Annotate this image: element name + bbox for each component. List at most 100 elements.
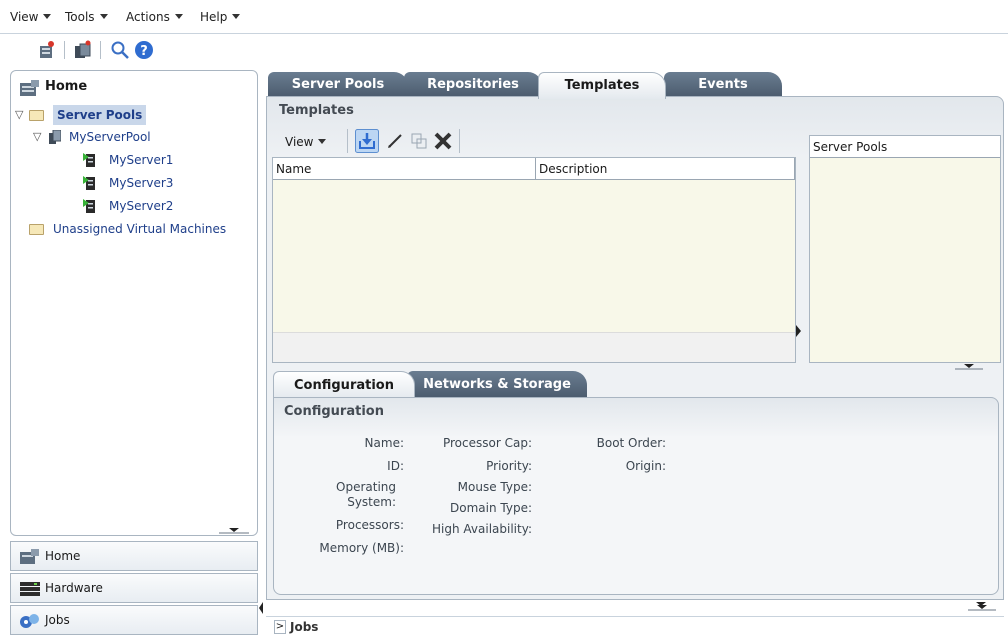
field-label-origin: Origin: xyxy=(625,459,666,473)
chevron-down-icon xyxy=(43,14,52,19)
tab-networks-storage[interactable]: Networks & Storage xyxy=(407,371,587,399)
tree-label-unassigned: Unassigned Virtual Machines xyxy=(53,222,227,236)
field-label-priority: Priority: xyxy=(486,459,532,473)
accordion-hardware-label: Hardware xyxy=(45,581,103,595)
chevron-down-icon xyxy=(99,14,108,19)
templates-toolbar: View xyxy=(271,127,481,157)
menu-tools[interactable]: Tools xyxy=(65,10,108,24)
tree-node-server[interactable]: MyServer2 xyxy=(11,196,257,216)
server-running-icon xyxy=(83,176,95,190)
panel-collapse-handle[interactable] xyxy=(968,604,996,612)
import-icon[interactable] xyxy=(355,129,379,153)
expand-triangle-icon[interactable]: ▽ xyxy=(15,105,23,125)
configuration-panel: Configuration Name: ID: Operating System… xyxy=(273,397,999,595)
menu-view[interactable]: View xyxy=(10,10,52,24)
accordion-jobs-label: Jobs xyxy=(45,613,70,627)
clone-icon[interactable] xyxy=(409,131,429,151)
tree-node-server[interactable]: MyServer1 xyxy=(11,150,257,170)
expand-triangle-icon[interactable]: ▽ xyxy=(33,127,41,147)
menu-view-label: View xyxy=(10,10,39,24)
folder-icon xyxy=(29,224,44,235)
field-label-mouse-type: Mouse Type: xyxy=(457,480,532,494)
field-label-processors: Processors: xyxy=(335,518,404,532)
column-header-description[interactable]: Description xyxy=(536,158,795,180)
accordion-hardware[interactable]: Hardware xyxy=(10,573,258,603)
tree-label-server: MyServer1 xyxy=(109,153,174,167)
panel-splitter[interactable] xyxy=(259,600,263,616)
jobs-bar-label[interactable]: Jobs xyxy=(290,620,318,634)
tab-templates[interactable]: Templates xyxy=(538,72,666,99)
accordion-home-label: Home xyxy=(45,549,81,563)
panel-collapse-handle[interactable] xyxy=(955,363,983,371)
tab-repositories[interactable]: Repositories xyxy=(404,72,542,98)
tree-label-server: MyServer2 xyxy=(109,199,174,213)
menu-actions-label: Actions xyxy=(126,10,170,24)
field-label-domain-type: Domain Type: xyxy=(450,501,532,515)
server-pools-list: Server Pools xyxy=(809,135,1001,363)
tree-label-pool: MyServerPool xyxy=(69,130,151,144)
edit-pencil-icon[interactable] xyxy=(385,131,405,151)
tree-node-server-pools[interactable]: ▽ Server Pools xyxy=(11,105,257,125)
home-server-icon xyxy=(20,80,39,96)
field-label-memory: Memory (MB): xyxy=(319,541,404,555)
tree-label-server: MyServer3 xyxy=(109,176,174,190)
chevron-down-icon xyxy=(232,14,241,19)
tree-node-unassigned[interactable]: Unassigned Virtual Machines xyxy=(11,219,257,239)
folder-icon xyxy=(29,110,44,121)
chevron-down-icon xyxy=(174,14,183,19)
horizontal-scrollbar[interactable] xyxy=(273,332,795,362)
menu-help-label: Help xyxy=(200,10,228,24)
chevron-down-icon xyxy=(318,139,327,144)
field-label-boot-order: Boot Order: xyxy=(596,436,666,450)
svg-text:?: ? xyxy=(140,44,148,59)
pool-create-icon[interactable] xyxy=(72,40,92,60)
toolbar-separator xyxy=(64,41,65,59)
nav-home-header[interactable]: Home xyxy=(45,79,87,94)
main-toolbar: ? xyxy=(0,36,300,64)
accordion-home[interactable]: Home xyxy=(10,541,258,571)
templates-table: Name Description xyxy=(272,157,796,363)
expand-jobs-icon[interactable]: > xyxy=(274,620,286,634)
jobs-bar: > Jobs xyxy=(266,616,1004,637)
server-pools-list-header: Server Pools xyxy=(810,136,1000,158)
section-title-templates: Templates xyxy=(279,103,354,118)
accordion-jobs[interactable]: Jobs xyxy=(10,605,258,635)
tree-node-pool[interactable]: ▽ MyServerPool xyxy=(11,127,257,147)
server-running-icon xyxy=(83,153,95,167)
toolbar-separator xyxy=(459,129,460,153)
hardware-icon xyxy=(20,582,40,596)
splitter-arrow-icon[interactable] xyxy=(796,323,802,339)
server-running-icon xyxy=(83,199,95,213)
column-header-name[interactable]: Name xyxy=(273,158,536,180)
field-label-processor-cap: Processor Cap: xyxy=(442,436,532,450)
server-create-icon[interactable] xyxy=(36,40,56,60)
jobs-icon xyxy=(20,614,39,628)
section-title-configuration: Configuration xyxy=(284,404,384,419)
field-label-id: ID: xyxy=(387,459,404,473)
menu-tools-label: Tools xyxy=(65,10,95,24)
delete-icon[interactable] xyxy=(433,131,453,151)
field-label-high-availability: High Availability: xyxy=(432,522,532,536)
menu-help[interactable]: Help xyxy=(200,10,241,24)
tab-events[interactable]: Events xyxy=(664,72,782,98)
field-label-os-line2: System: xyxy=(347,495,396,509)
templates-panel: Templates View Name Description Server P… xyxy=(266,96,1004,606)
view-menu-label: View xyxy=(285,135,314,149)
view-menu[interactable]: View xyxy=(285,135,327,149)
server-pool-icon xyxy=(49,130,61,144)
navigator-panel: Home ▽ Server Pools ▽ MyServerPool MySer… xyxy=(10,70,258,536)
menu-actions[interactable]: Actions xyxy=(126,10,183,24)
tree-label-server-pools: Server Pools xyxy=(53,105,147,125)
field-label-name: Name: xyxy=(364,436,404,450)
tree-node-server[interactable]: MyServer3 xyxy=(11,173,257,193)
tab-server-pools[interactable]: Server Pools xyxy=(268,72,408,98)
nav-collapse-handle[interactable] xyxy=(219,527,249,535)
home-server-icon xyxy=(20,549,39,564)
help-icon[interactable]: ? xyxy=(134,40,154,60)
toolbar-separator xyxy=(347,129,348,153)
tab-configuration[interactable]: Configuration xyxy=(273,371,415,399)
toolbar-separator xyxy=(100,41,101,59)
search-icon[interactable] xyxy=(110,40,130,60)
menu-bar: View Tools Actions Help xyxy=(0,0,1008,34)
field-label-os-line1: Operating xyxy=(336,480,396,494)
